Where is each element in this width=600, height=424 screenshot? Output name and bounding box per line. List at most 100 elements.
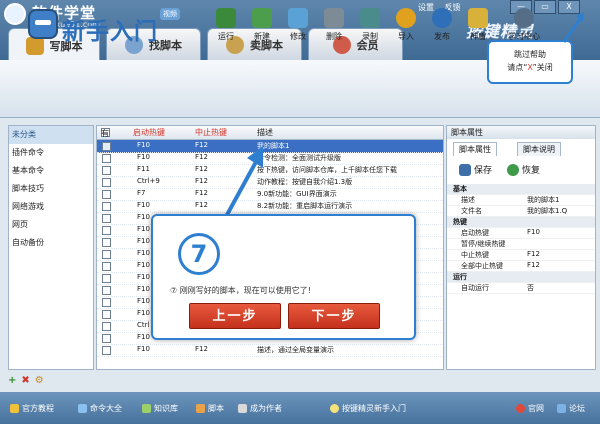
step-number-badge: 7	[178, 233, 220, 275]
table-row[interactable]: F10 F12 描述，通过全局变量演示	[97, 344, 443, 357]
properties-panel: 脚本属性 脚本属性 脚本说明 保存 恢复 基本 描述 我的脚本1 文件名 我的脚本1.Q…	[446, 125, 596, 370]
robot-mascot-icon	[28, 9, 58, 39]
property-name: 热键	[453, 218, 467, 226]
property-value: F12	[527, 250, 540, 258]
import-button[interactable]: 导入	[390, 8, 422, 42]
list-icon	[78, 404, 87, 413]
row-checkbox[interactable]	[102, 334, 111, 343]
tab-script-description[interactable]: 脚本说明	[517, 142, 561, 156]
next-step-button[interactable]: 下一步	[288, 303, 380, 329]
property-row[interactable]: 中止热键 F12	[447, 250, 595, 261]
new-button[interactable]: 新建	[246, 8, 278, 42]
guide-dialog-text: ⑦ 刚刚写好的脚本，现在可以使用它了!	[170, 286, 311, 295]
row-checkbox[interactable]	[102, 262, 111, 271]
bottom-bar: 官方教程 命令大全 知识库 脚本 成为作者 按键精灵新手入门 官网 论坛	[0, 392, 600, 424]
col-description[interactable]: 描述	[257, 127, 273, 138]
edit-icon	[288, 8, 308, 28]
previous-step-button[interactable]: 上一步	[189, 303, 281, 329]
become-author-link[interactable]: 成为作者	[238, 403, 282, 414]
col-stop-hotkey[interactable]: 中止热键	[195, 127, 227, 138]
cell-description: 描述，通过全局变量演示	[257, 346, 334, 354]
row-checkbox[interactable]	[102, 250, 111, 259]
script-icon	[196, 404, 205, 413]
record-button[interactable]: 录制	[354, 8, 386, 42]
globe-icon	[432, 8, 452, 28]
newbie-guide-link[interactable]: 按键精灵新手入门	[330, 403, 406, 414]
cell-start-hotkey: F10	[137, 201, 150, 209]
row-checkbox[interactable]	[102, 214, 111, 223]
row-checkbox[interactable]	[102, 346, 111, 355]
tab-script-properties[interactable]: 脚本属性	[453, 142, 497, 156]
sidebar-item-uncategorized[interactable]: 未分类	[9, 126, 93, 144]
row-checkbox[interactable]	[102, 274, 111, 283]
delete-category-icon[interactable]: ✖	[21, 375, 29, 386]
row-checkbox[interactable]	[102, 178, 111, 187]
row-checkbox[interactable]	[102, 142, 111, 151]
save-button[interactable]: 保存	[459, 163, 492, 176]
row-checkbox[interactable]	[102, 286, 111, 295]
row-checkbox[interactable]	[102, 298, 111, 307]
property-section[interactable]: 基本	[447, 184, 595, 195]
row-checkbox[interactable]	[102, 202, 111, 211]
command-list-link[interactable]: 命令大全	[78, 403, 122, 414]
sidebar-item-auto-backup[interactable]: 自动备份	[9, 234, 93, 252]
skip-help-callout: 跳过帮助 请点“X”关闭	[487, 40, 573, 84]
knowledge-base-link[interactable]: 知识库	[142, 403, 178, 414]
run-button[interactable]: 运行	[210, 8, 242, 42]
row-checkbox[interactable]	[102, 238, 111, 247]
lightbulb-icon	[330, 404, 339, 413]
shield-button[interactable]: 神盾	[462, 8, 494, 42]
property-name: 基本	[453, 185, 467, 193]
forum-icon	[557, 404, 566, 413]
cell-start-hotkey: F10	[137, 153, 150, 161]
edit-button[interactable]: 修改	[282, 8, 314, 42]
book-icon	[10, 404, 19, 413]
row-checkbox[interactable]	[102, 154, 111, 163]
cell-start-hotkey: F10	[137, 333, 150, 341]
run-icon	[216, 8, 236, 28]
category-settings-icon[interactable]: ⚙	[35, 375, 44, 386]
property-row[interactable]: 描述 我的脚本1	[447, 195, 595, 206]
sidebar-item-script-tips[interactable]: 脚本技巧	[9, 180, 93, 198]
cell-start-hotkey: F10	[137, 297, 150, 305]
publish-button[interactable]: 发布	[426, 8, 458, 42]
add-category-icon[interactable]: +	[8, 375, 16, 386]
trash-icon	[324, 8, 344, 28]
new-file-icon	[252, 8, 272, 28]
sidebar-item-basic-commands[interactable]: 基本命令	[9, 162, 93, 180]
property-row[interactable]: 全部中止热键 F12	[447, 261, 595, 272]
cell-start-hotkey: F10	[137, 273, 150, 281]
category-sidebar: 未分类 插件命令 基本命令 脚本技巧 网络游戏 网页 自动备份	[8, 125, 94, 370]
restore-button[interactable]: 恢复	[507, 163, 540, 176]
property-name: 描述	[461, 196, 475, 204]
close-hint-text: 请点“X”关闭	[507, 63, 553, 72]
property-section[interactable]: 热键	[447, 217, 595, 228]
property-row[interactable]: 启动热键 F10	[447, 228, 595, 239]
learning-center-button[interactable]: 学习中心	[502, 8, 546, 42]
official-site-link[interactable]: 官网	[516, 403, 544, 414]
property-row[interactable]: 文件名 我的脚本1.Q	[447, 206, 595, 217]
sidebar-item-web[interactable]: 网页	[9, 216, 93, 234]
col-start-hotkey[interactable]: 启动热键	[133, 127, 165, 138]
video-badge: 视频	[160, 8, 180, 20]
sidebar-item-plugin-commands[interactable]: 插件命令	[9, 144, 93, 162]
cell-description: 按下热键，访问脚本仓库，上千脚本任您下载	[257, 166, 397, 174]
property-name: 运行	[453, 273, 467, 281]
official-tutorial-link[interactable]: 官方教程	[10, 403, 54, 414]
row-checkbox[interactable]	[102, 166, 111, 175]
property-row[interactable]: 自动运行 否	[447, 283, 595, 294]
forum-link[interactable]: 论坛	[557, 403, 585, 414]
property-section[interactable]: 运行	[447, 272, 595, 283]
home-icon	[516, 404, 525, 413]
row-checkbox[interactable]	[102, 190, 111, 199]
property-value: 否	[527, 284, 534, 292]
cell-start-hotkey: F10	[137, 345, 150, 353]
pen-icon	[25, 36, 44, 55]
scripts-link[interactable]: 脚本	[196, 403, 224, 414]
row-checkbox[interactable]	[102, 322, 111, 331]
row-checkbox[interactable]	[102, 226, 111, 235]
delete-button[interactable]: 删除	[318, 8, 350, 42]
sidebar-item-online-games[interactable]: 网络游戏	[9, 198, 93, 216]
property-row[interactable]: 暂停/继续热键	[447, 239, 595, 250]
row-checkbox[interactable]	[102, 310, 111, 319]
